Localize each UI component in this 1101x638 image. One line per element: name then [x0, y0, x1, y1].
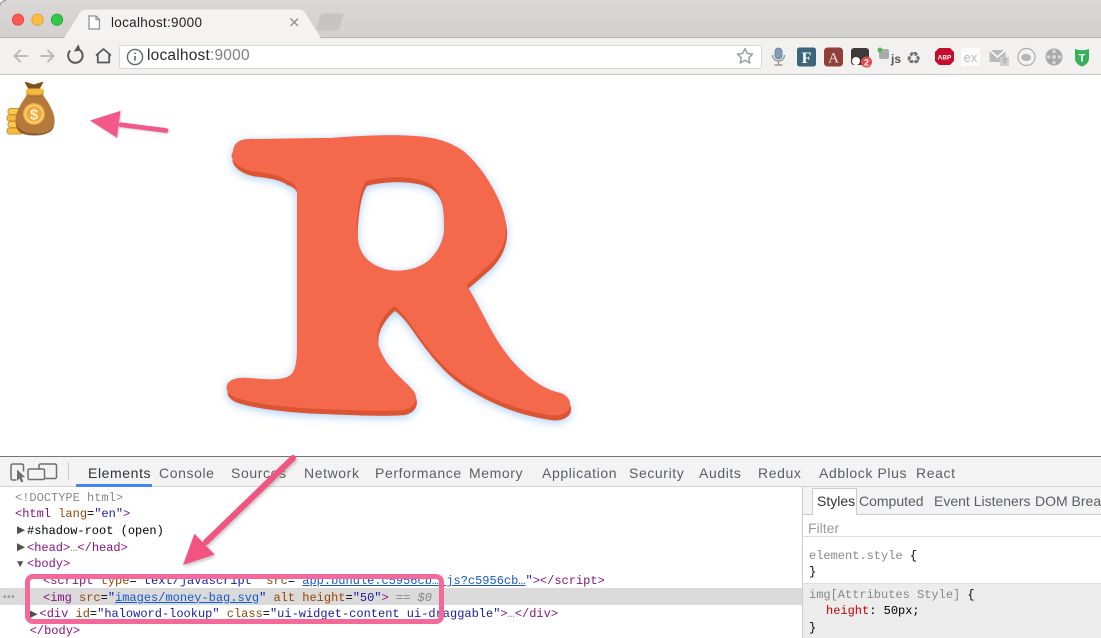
svg-text:js: js	[890, 52, 901, 66]
svg-text:ex: ex	[964, 50, 978, 65]
svg-text:F: F	[802, 50, 812, 67]
svg-text:T: T	[1079, 53, 1086, 65]
svg-text:A: A	[828, 51, 839, 67]
svg-text:ABP: ABP	[938, 55, 952, 62]
svg-text:?: ?	[1002, 58, 1007, 67]
svg-text:$: $	[30, 106, 39, 123]
svg-text:2: 2	[864, 58, 869, 68]
svg-text:♻: ♻	[906, 49, 921, 68]
